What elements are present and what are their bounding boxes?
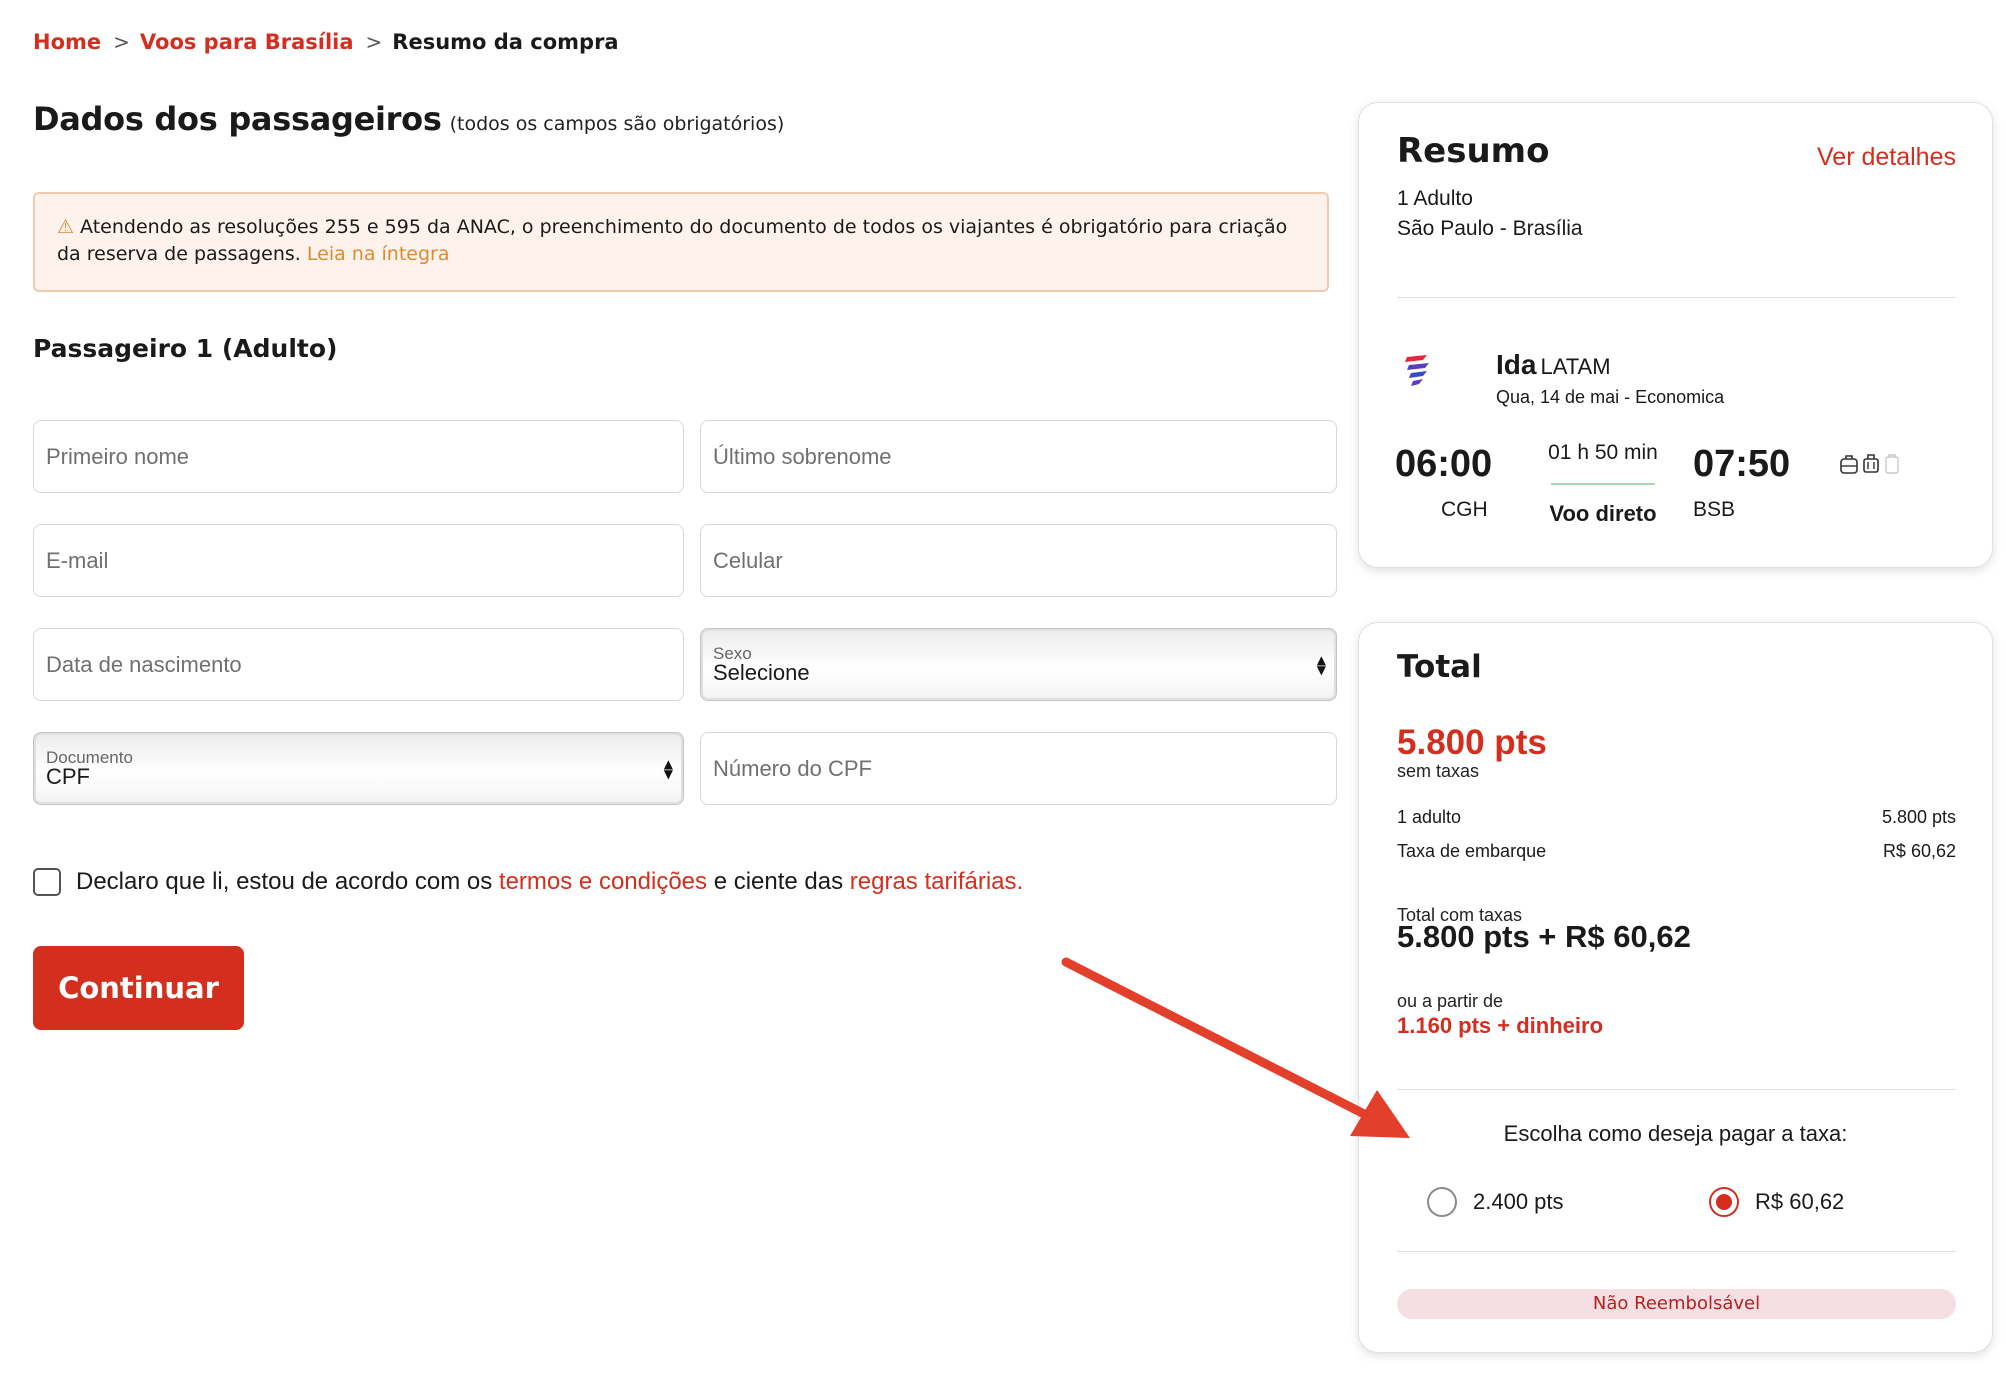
flight-direction-label: Ida bbox=[1496, 349, 1537, 380]
anac-notice: ⚠ Atendendo as resoluções 255 e 595 da AN… bbox=[33, 192, 1329, 292]
terms-text-before: Declaro que li, estou de acordo com os bbox=[76, 868, 493, 895]
view-details-link[interactable]: Ver detalhes bbox=[1817, 143, 1956, 172]
flight-duration: 01 h 50 min bbox=[1548, 441, 1658, 464]
gender-select[interactable]: Sexo Selecione ▲ ▼ bbox=[700, 628, 1337, 701]
non-refundable-badge: Não Reembolsável bbox=[1397, 1289, 1956, 1319]
pay-option-points[interactable]: 2.400 pts bbox=[1427, 1187, 1564, 1217]
points-plus-money-link[interactable]: 1.160 pts + dinheiro bbox=[1397, 1013, 1603, 1039]
page-header: Dados dos passageiros (todos os campos s… bbox=[33, 100, 784, 138]
cpf-input[interactable] bbox=[713, 755, 1324, 782]
birthdate-field[interactable] bbox=[33, 628, 684, 701]
pay-option-points-radio[interactable] bbox=[1427, 1187, 1457, 1217]
email-input[interactable] bbox=[46, 547, 671, 574]
points-note: sem taxas bbox=[1397, 761, 1480, 781]
pay-option-money-label: R$ 60,62 bbox=[1755, 1189, 1845, 1214]
price-line-value: 5.800 pts bbox=[1881, 807, 1956, 827]
total-points: 5.800 pts bbox=[1397, 723, 1547, 762]
continue-button[interactable]: Continuar bbox=[33, 946, 244, 1030]
total-with-taxes-value: 5.800 pts + R$ 60,62 bbox=[1397, 919, 1691, 954]
flight-direction: Ida LATAM bbox=[1496, 349, 1611, 381]
terms-conditions-link[interactable]: termos e condições bbox=[499, 868, 707, 896]
breadcrumb-separator-icon: > bbox=[113, 30, 130, 54]
select-arrows-icon: ▲ ▼ bbox=[1316, 652, 1326, 677]
page-title: Dados dos passageiros bbox=[33, 100, 442, 138]
notice-read-more-link[interactable]: Leia na íntegra bbox=[307, 243, 450, 265]
cpf-field[interactable] bbox=[700, 732, 1337, 805]
breadcrumb: Home > Voos para Brasília > Resumo da co… bbox=[33, 30, 619, 54]
price-line-label: Taxa de embarque bbox=[1397, 841, 1547, 861]
summary-divider bbox=[1397, 297, 1956, 298]
route-line bbox=[1551, 483, 1655, 485]
pay-option-money-radio[interactable] bbox=[1709, 1187, 1739, 1217]
arrival-time: 07:50 bbox=[1693, 443, 1791, 485]
warning-icon: ⚠ bbox=[57, 216, 75, 238]
baggage-icons bbox=[1839, 453, 1901, 475]
document-select[interactable]: Documento CPF ▲ ▼ bbox=[33, 732, 684, 805]
last-name-field[interactable] bbox=[700, 420, 1337, 493]
summary-route: São Paulo - Brasília bbox=[1397, 217, 1583, 240]
birthdate-input[interactable] bbox=[46, 651, 671, 678]
breadcrumb-separator-icon: > bbox=[365, 30, 383, 54]
terms-text-middle: e ciente das bbox=[713, 868, 844, 895]
page-subtitle: (todos os campos são obrigatórios) bbox=[449, 113, 785, 135]
terms-checkbox[interactable] bbox=[33, 868, 61, 896]
checked-bag-icon bbox=[1885, 454, 1899, 474]
summary-title: Resumo bbox=[1397, 131, 1550, 171]
phone-field[interactable] bbox=[700, 524, 1337, 597]
breadcrumb-flights-link[interactable]: Voos para Brasília bbox=[140, 30, 354, 54]
total-divider bbox=[1397, 1089, 1956, 1090]
pay-option-points-label: 2.400 pts bbox=[1473, 1189, 1564, 1214]
pay-option-money[interactable]: R$ 60,62 bbox=[1709, 1187, 1844, 1217]
carry-on-icon bbox=[1863, 454, 1879, 473]
price-line-label: 1 adulto bbox=[1397, 807, 1462, 827]
flight-stops: Voo direto bbox=[1549, 501, 1657, 526]
email-field[interactable] bbox=[33, 524, 684, 597]
price-line-adult: 1 adulto 5.800 pts bbox=[1397, 807, 1956, 828]
departure-time: 06:00 bbox=[1395, 443, 1493, 485]
alt-price-label: ou a partir de bbox=[1397, 991, 1504, 1011]
terms-agreement: Declaro que li, estou de acordo com os t… bbox=[33, 868, 1023, 896]
select-arrows-icon: ▲ ▼ bbox=[663, 756, 673, 781]
price-line-value: R$ 60,62 bbox=[1882, 841, 1956, 861]
total-divider-bottom bbox=[1397, 1251, 1956, 1252]
summary-passengers: 1 Adulto bbox=[1397, 187, 1473, 210]
price-line-tax: Taxa de embarque R$ 60,62 bbox=[1397, 841, 1956, 862]
total-card: Total 5.800 pts sem taxas 1 adulto 5.800… bbox=[1358, 622, 1993, 1353]
last-name-input[interactable] bbox=[713, 443, 1324, 470]
total-title: Total bbox=[1397, 649, 1482, 685]
document-select-value: CPF bbox=[46, 764, 90, 789]
pay-tax-question: Escolha como deseja pagar a taxa: bbox=[1503, 1121, 1848, 1146]
gender-select-value: Selecione bbox=[713, 660, 810, 685]
summary-card: Resumo Ver detalhes 1 Adulto São Paulo -… bbox=[1358, 102, 1993, 568]
flight-airline: LATAM bbox=[1540, 354, 1611, 379]
notice-text: Atendendo as resoluções 255 e 595 da ANA… bbox=[57, 216, 1288, 265]
backpack-icon bbox=[1840, 455, 1858, 474]
fare-rules-link[interactable]: regras tarifárias. bbox=[850, 868, 1023, 896]
passenger-section-title: Passageiro 1 (Adulto) bbox=[33, 334, 338, 363]
arrival-airport: BSB bbox=[1693, 498, 1736, 521]
first-name-input[interactable] bbox=[46, 443, 671, 470]
first-name-field[interactable] bbox=[33, 420, 684, 493]
departure-airport: CGH bbox=[1441, 498, 1488, 521]
breadcrumb-home-link[interactable]: Home bbox=[33, 30, 101, 54]
breadcrumb-current: Resumo da compra bbox=[392, 30, 619, 54]
phone-input[interactable] bbox=[713, 547, 1324, 574]
latam-logo-icon bbox=[1405, 355, 1429, 386]
flight-date-class: Qua, 14 de mai - Economica bbox=[1496, 387, 1725, 407]
